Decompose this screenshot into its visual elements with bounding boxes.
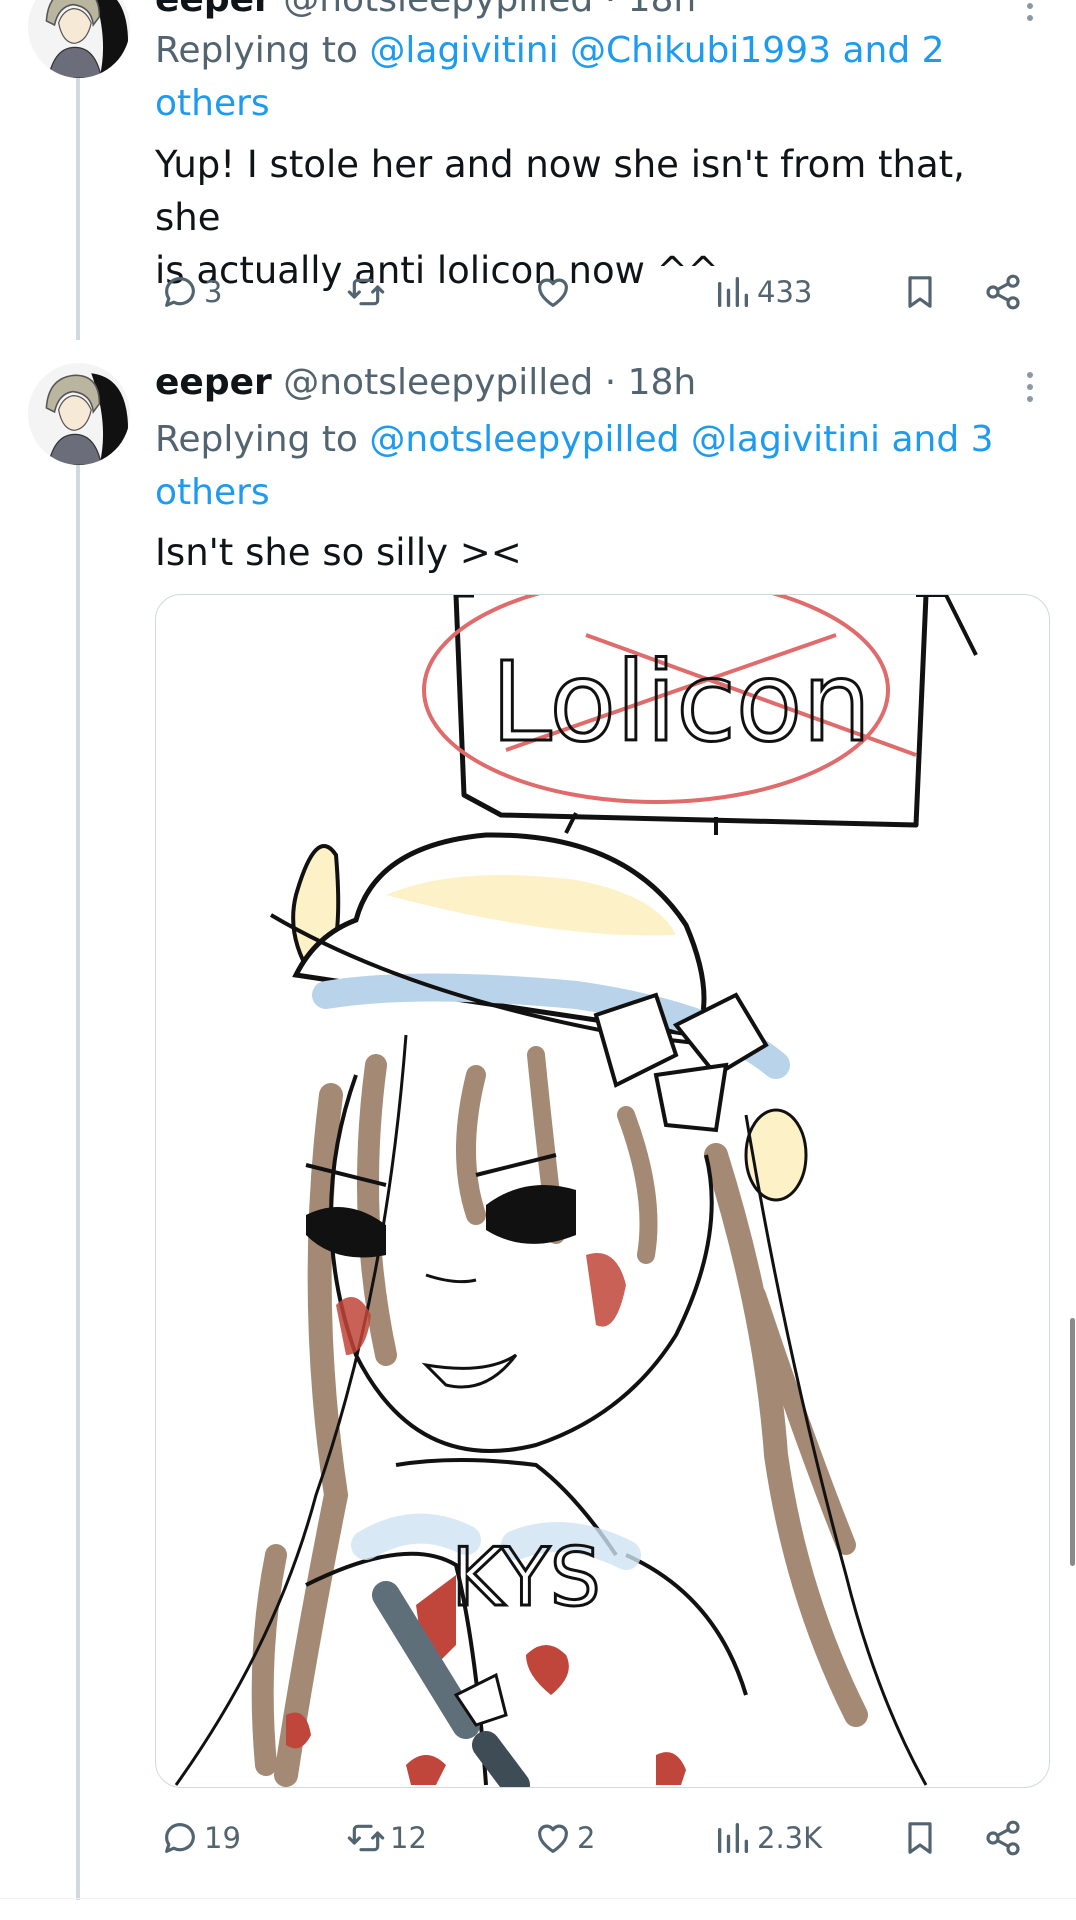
- like-button[interactable]: 2: [533, 1814, 595, 1862]
- replying-others-link[interactable]: others: [155, 472, 270, 513]
- tweet-text-line: Isn't she so silly ><: [155, 531, 522, 574]
- repost-button[interactable]: 12: [346, 1814, 427, 1862]
- share-icon: [983, 272, 1023, 312]
- repost-arrows-icon: [346, 272, 386, 312]
- reply-button[interactable]: 3: [160, 268, 222, 316]
- replying-prefix: Replying to: [155, 30, 358, 71]
- display-name[interactable]: eeper: [155, 0, 272, 20]
- heart-icon: [533, 272, 573, 312]
- reply-bubble-icon: [160, 272, 200, 312]
- share-button[interactable]: [983, 268, 1023, 316]
- tweet-text-line: Yup! I stole her and now she isn't from …: [155, 143, 965, 239]
- separator-dot: ·: [605, 0, 616, 20]
- reply-count: 19: [204, 1821, 241, 1855]
- tweet-header: eeper @notsleepypilled · 18h: [155, 361, 696, 405]
- display-name[interactable]: eeper: [155, 362, 272, 403]
- replying-prefix: Replying to: [155, 419, 358, 460]
- handle[interactable]: @notsleepypilled: [283, 0, 593, 20]
- timestamp[interactable]: 18h: [628, 362, 697, 403]
- share-button[interactable]: [983, 1814, 1023, 1862]
- sign-text: Lolicon: [491, 638, 871, 766]
- share-icon: [983, 1818, 1023, 1858]
- reply-bubble-icon: [160, 1818, 200, 1858]
- tweet-header: eeper @notsleepypilled · 18h: [155, 0, 696, 22]
- avatar[interactable]: [28, 363, 130, 465]
- bar-chart-icon: [713, 1818, 753, 1858]
- reply-count: 3: [204, 275, 223, 309]
- replying-to: Replying to @notsleepypilled @lagivitini…: [155, 413, 995, 519]
- bookmark-button[interactable]: [900, 268, 940, 316]
- tweet-text: Isn't she so silly ><: [155, 526, 1035, 579]
- tweet-media-image[interactable]: Lolicon KYS: [155, 594, 1050, 1788]
- replying-mentions[interactable]: @notsleepypilled @lagivitini and 3: [369, 419, 993, 460]
- bookmark-icon: [900, 272, 940, 312]
- more-vertical-icon[interactable]: [1018, 0, 1042, 26]
- views-button[interactable]: 433: [713, 268, 812, 316]
- divider: [0, 1898, 1076, 1899]
- timestamp[interactable]: 18h: [628, 0, 697, 20]
- bookmark-button[interactable]: [900, 1814, 940, 1862]
- views-count: 2.3K: [757, 1821, 823, 1855]
- separator-dot: ·: [604, 362, 617, 403]
- shirt-text: KYS: [451, 1531, 600, 1624]
- replying-others-link[interactable]: others: [155, 83, 270, 124]
- thread-connector-line: [76, 465, 80, 1900]
- like-count: 2: [577, 1821, 596, 1855]
- heart-icon: [533, 1818, 573, 1858]
- scrollbar[interactable]: [1070, 1318, 1075, 1566]
- tweet-text-line: is actually anti lolicon now ^^: [155, 249, 719, 292]
- more-vertical-icon[interactable]: [1018, 367, 1042, 407]
- bookmark-icon: [900, 1818, 940, 1858]
- replying-mentions[interactable]: @lagivitini @Chikubi1993 and 2: [369, 30, 944, 71]
- repost-button[interactable]: [346, 268, 390, 316]
- repost-count: 12: [390, 1821, 427, 1855]
- avatar[interactable]: [28, 0, 130, 78]
- handle[interactable]: @notsleepypilled: [283, 362, 593, 403]
- repost-arrows-icon: [346, 1818, 386, 1858]
- views-count: 433: [757, 275, 813, 309]
- bar-chart-icon: [713, 272, 753, 312]
- like-button[interactable]: [533, 268, 577, 316]
- views-button[interactable]: 2.3K: [713, 1814, 822, 1862]
- replying-to: Replying to @lagivitini @Chikubi1993 and…: [155, 24, 995, 130]
- reply-button[interactable]: 19: [160, 1814, 241, 1862]
